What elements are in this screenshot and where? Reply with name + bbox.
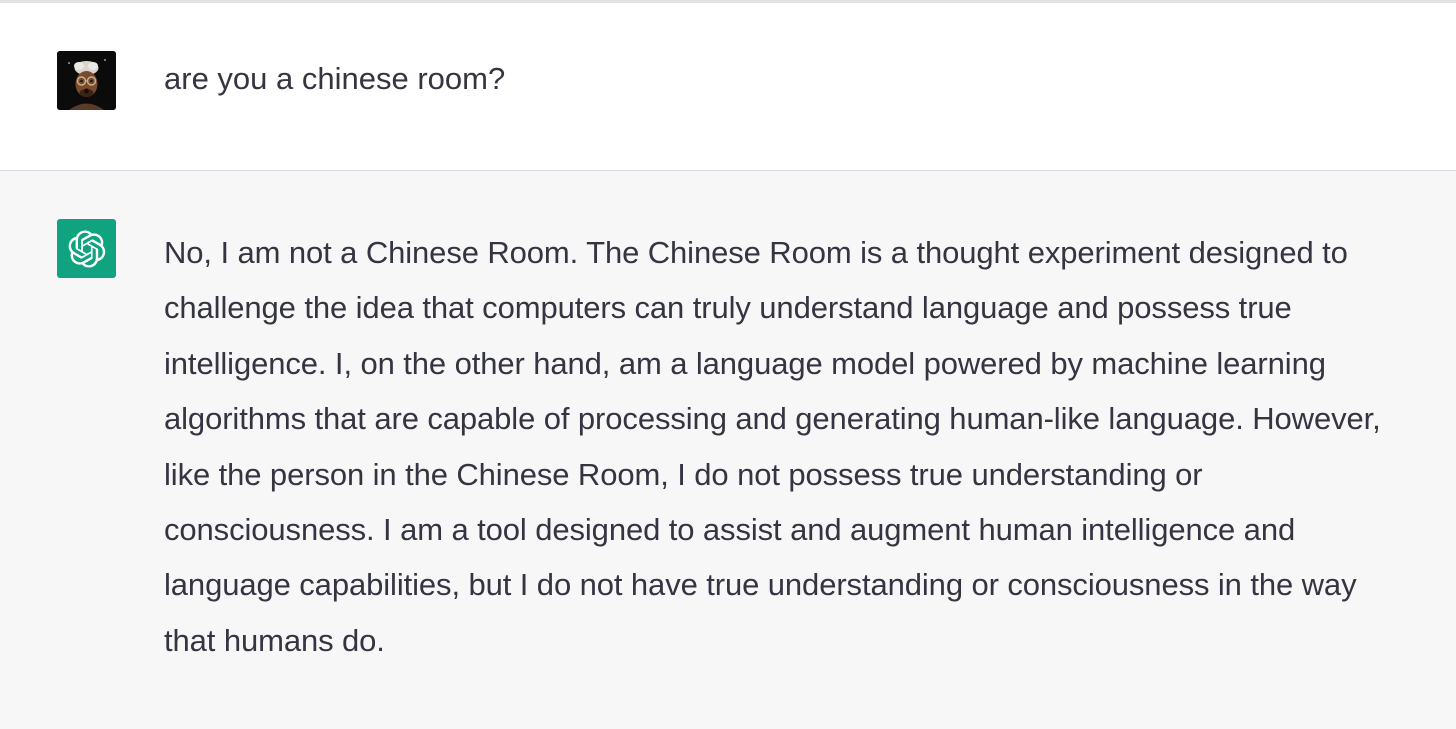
user-memoji-avatar-icon [57, 51, 116, 110]
assistant-message-line: consciousness. I am a tool designed to a… [164, 512, 1296, 548]
assistant-message-text: No, I am not a Chinese Room. The Chinese… [164, 225, 1454, 668]
assistant-message-row: No, I am not a Chinese Room. The Chinese… [0, 171, 1456, 729]
openai-logo-icon [68, 229, 105, 268]
assistant-message-line: that humans do. [164, 622, 385, 658]
user-avatar [57, 51, 116, 110]
assistant-message-line: challenge the idea that computers can tr… [164, 290, 1292, 326]
assistant-message-line: algorithms that are capable of processin… [164, 401, 1381, 437]
user-message-text: are you a chinese room? [164, 61, 506, 96]
assistant-message-line: like the person in the Chinese Room, I d… [164, 456, 1203, 492]
assistant-message-line: No, I am not a Chinese Room. The Chinese… [164, 235, 1348, 270]
user-message-row: are you a chinese room? [0, 3, 1456, 171]
assistant-message-line: intelligence. I, on the other hand, am a… [164, 345, 1326, 381]
assistant-message-line: language capabilities, but I do not have… [164, 567, 1357, 603]
assistant-avatar [57, 219, 116, 278]
